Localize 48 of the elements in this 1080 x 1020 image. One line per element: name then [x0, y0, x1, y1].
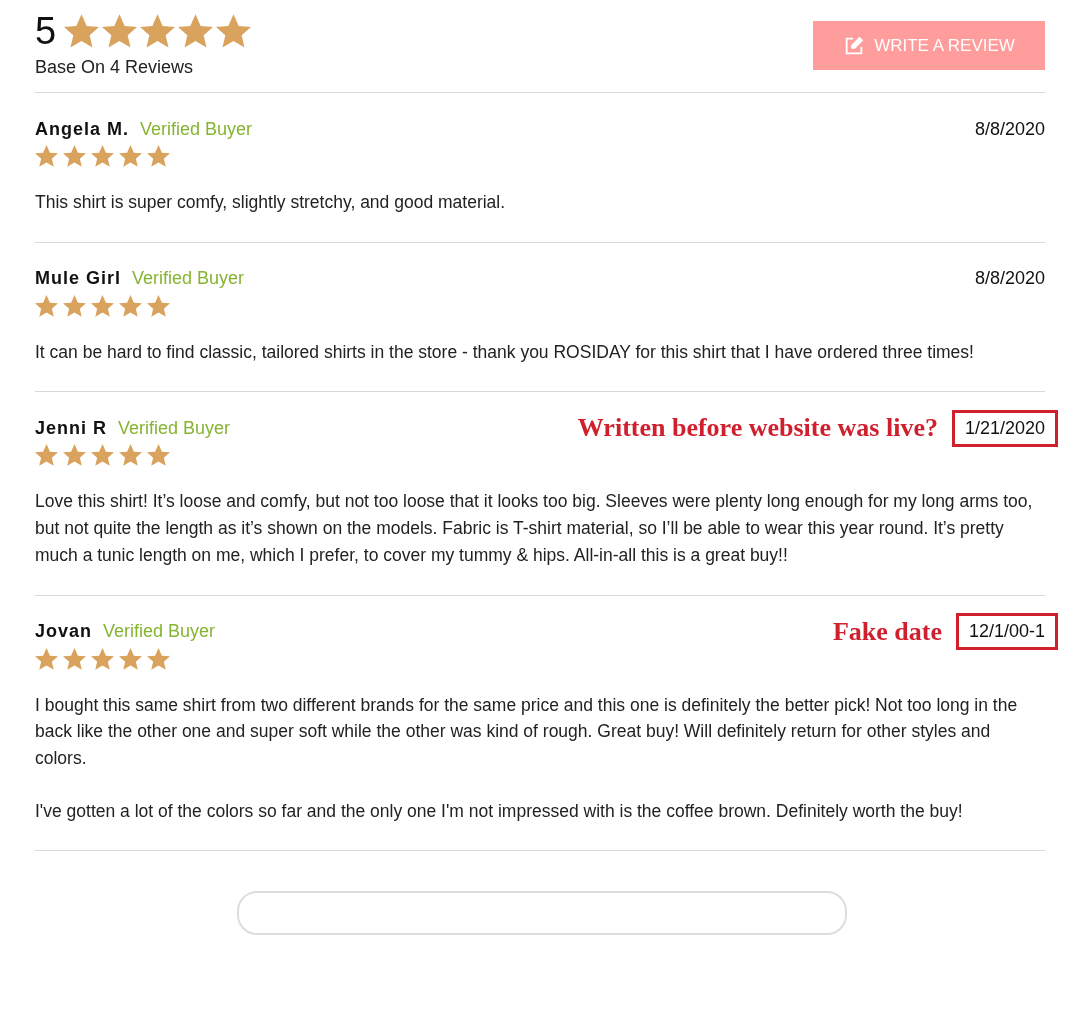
reviewer-name: Jovan: [35, 621, 93, 642]
star-icon: [147, 444, 170, 467]
star-icon: [140, 14, 176, 48]
review-text: This shirt is super comfy, slightly stretchy, and good material.: [35, 191, 507, 214]
star-icon: [35, 444, 58, 467]
annotation-text: Fake date: [832, 616, 942, 647]
star-icon: [119, 145, 142, 167]
star-icon: [91, 294, 114, 317]
star-icon: [216, 14, 252, 48]
star-icon: [63, 294, 86, 317]
edit-icon: [843, 34, 866, 57]
review-text: I've gotten a lot of the colors so far and the only one I'm not impressed with is the coffee brown. Definitely worth the buy!: [35, 799, 964, 823]
star-icon: [91, 444, 114, 467]
verified-label: Verified Buyer: [103, 621, 216, 642]
verified-label: Verified Buyer: [118, 417, 231, 439]
star-icon: [63, 444, 86, 467]
star-icon: [91, 647, 114, 670]
review-text: I bought this same shirt from two different brands for the same price and this one is definitely the better pick! Not too long in the back like the other one and super soft while the other was kind of rough. Great buy! Will definitely return for other styles and colors.: [35, 693, 1019, 770]
rating-score: 5: [35, 9, 57, 54]
star-icon: [102, 14, 138, 48]
write-review-button[interactable]: WRITE A REVIEW: [813, 21, 1045, 70]
review-count: Base On 4 Reviews: [35, 57, 195, 78]
star-icon: [35, 294, 58, 317]
review-date: 8/8/2020: [974, 268, 1045, 290]
verified-label: Verified Buyer: [132, 268, 245, 290]
reviewer-name: Mule Girl: [35, 268, 121, 290]
review-date: 8/8/2020: [974, 118, 1045, 140]
star-icon: [119, 647, 142, 670]
highlighted-date: 12/1/00-1: [955, 613, 1058, 650]
highlighted-date: 1/21/2020: [951, 409, 1058, 447]
star-icon: [64, 14, 100, 48]
star-icon: [91, 145, 114, 167]
star-icon: [119, 294, 142, 317]
star-icon: [147, 294, 170, 317]
star-icon: [119, 444, 142, 467]
star-icon: [63, 647, 86, 670]
star-icon: [147, 145, 170, 167]
star-icon: [35, 145, 58, 167]
star-icon: [35, 647, 58, 670]
reviewer-name: Angela M.: [35, 118, 129, 140]
annotation-text: Written before website was live?: [577, 413, 938, 444]
reviewer-name: Jenni R: [35, 417, 107, 439]
review-text: It can be hard to find classic, tailored shirts in the store - thank you ROSIDAY for this shirt that I have ordered three times!: [35, 340, 975, 364]
star-icon: [63, 145, 86, 167]
star-icon: [178, 14, 214, 48]
review-text: Love this shirt! It’s loose and comfy, but not too loose that it looks too big. Sleeves were plenty long enough for my long arms too, but not quite the length as it’s shown on the models. Fabric is T-shirt material, so I’ll be able to wear this year round. It’s pretty much a tunic length on me, which I prefer, to cover my tummy & hips. All-in-all this is a great buy!!: [35, 490, 1034, 567]
star-icon: [147, 647, 170, 670]
verified-label: Verified Buyer: [140, 118, 253, 140]
